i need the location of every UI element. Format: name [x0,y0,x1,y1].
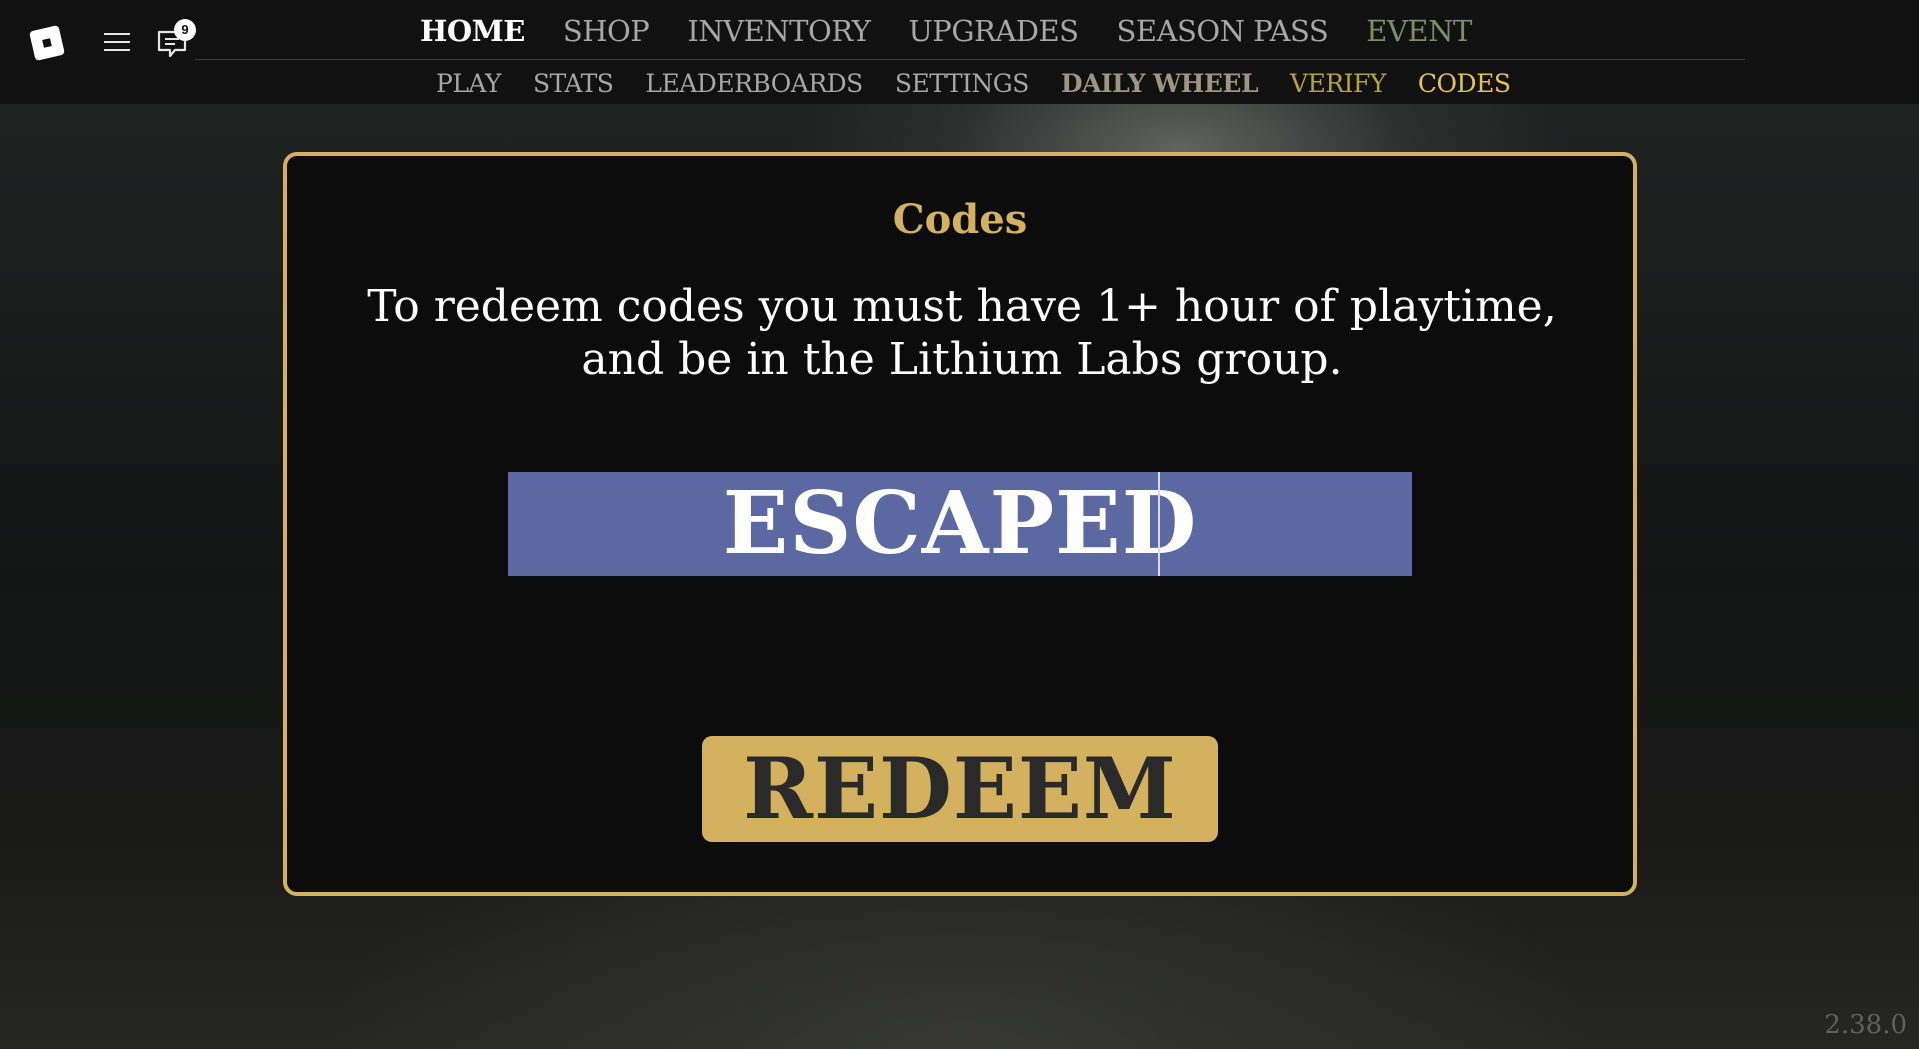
hamburger-menu-icon[interactable] [104,31,130,53]
main-navigation: HOME SHOP INVENTORY UPGRADES SEASON PASS… [420,10,1520,52]
nav-season-pass[interactable]: SEASON PASS [1117,14,1329,48]
subnav-verify[interactable]: VERIFY [1290,69,1386,98]
subnav-settings[interactable]: SETTINGS [895,69,1030,98]
subnav-daily-wheel[interactable]: DAILY WHEEL [1061,69,1259,98]
panel-title: Codes [892,196,1028,243]
nav-inventory[interactable]: INVENTORY [687,14,871,48]
code-input[interactable]: ESCAPED [508,472,1412,576]
chat-notification-badge: 9 [174,19,196,41]
nav-event[interactable]: EVENT [1366,14,1472,48]
codes-panel: Codes To redeem codes you must have 1+ h… [283,152,1637,896]
version-label: 2.38.0 [1824,1010,1907,1040]
nav-shop[interactable]: SHOP [563,14,650,48]
subnav-stats[interactable]: STATS [533,69,614,98]
top-bar: 9 HOME SHOP INVENTORY UPGRADES SEASON PA… [0,0,1919,104]
code-input-value[interactable]: ESCAPED [508,472,1412,576]
nav-upgrades[interactable]: UPGRADES [908,14,1079,48]
panel-description: To redeem codes you must have 1+ hour of… [367,281,1557,385]
roblox-logo-icon[interactable] [29,25,65,61]
redeem-button[interactable]: REDEEM [702,736,1218,842]
text-caret [1158,472,1160,576]
subnav-leaderboards[interactable]: LEADERBOARDS [645,69,863,98]
subnav-codes[interactable]: CODES [1418,69,1511,98]
subnav-play[interactable]: PLAY [436,69,501,98]
nav-home[interactable]: HOME [420,14,525,48]
nav-divider [195,59,1745,60]
sub-navigation: PLAY STATS LEADERBOARDS SETTINGS DAILY W… [436,66,1511,100]
